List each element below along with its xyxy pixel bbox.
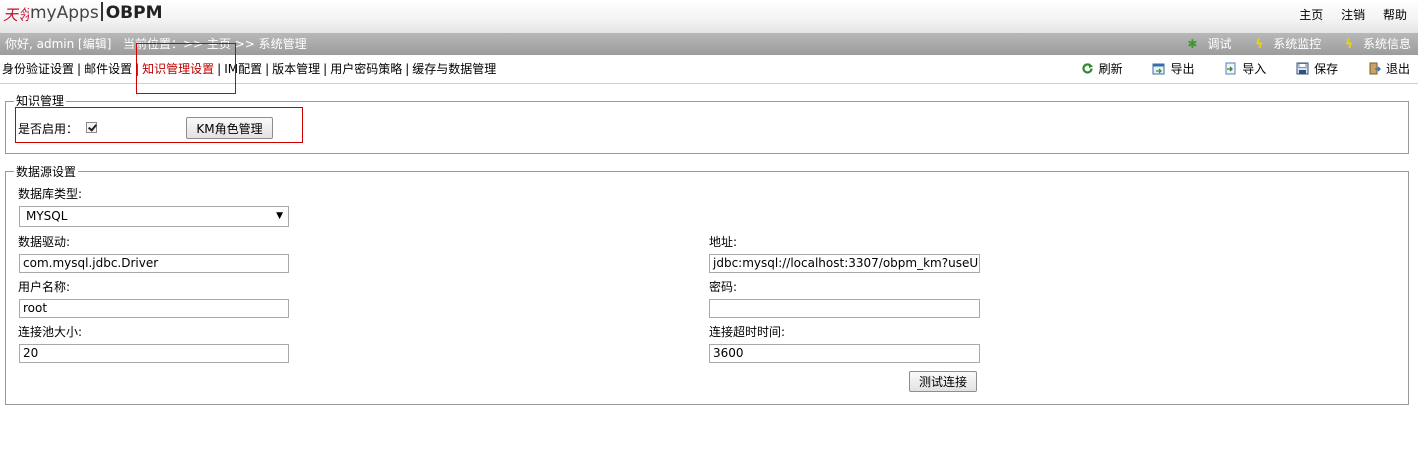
- user-label: 用户名称:: [18, 280, 71, 294]
- breadcrumb: 当前位置：>> 主页 >> 系统管理: [123, 37, 307, 51]
- datasource-legend: 数据源设置: [14, 165, 79, 179]
- exit-icon: [1369, 62, 1381, 75]
- lightning-icon: ϟ: [1345, 37, 1353, 51]
- bug-icon: ✱: [1187, 37, 1198, 51]
- km-legend: 知识管理: [14, 94, 67, 108]
- timeout-label: 连接超时时间:: [709, 325, 786, 339]
- tab-auth[interactable]: 身份验证设置: [2, 62, 74, 76]
- km-role-button[interactable]: KM角色管理: [186, 117, 273, 139]
- tab-cache[interactable]: 缓存与数据管理: [412, 62, 496, 76]
- tab-km[interactable]: 知识管理设置: [142, 62, 214, 76]
- refresh-label: 刷新: [1098, 62, 1123, 76]
- db-type-select[interactable]: MYSQL ▼: [19, 206, 289, 227]
- settings-nav: 身份验证设置 | 邮件设置 | 知识管理设置 | IM配置 | 版本管理 | 用户密码策略 | 缓存与数…: [0, 55, 1418, 84]
- dropdown-arrow-icon: ▼: [276, 211, 283, 221]
- debug-link[interactable]: ✱ 调试: [1177, 37, 1231, 51]
- password-input[interactable]: [709, 299, 980, 318]
- brand-obpm: OBPM: [105, 3, 163, 23]
- pool-size-label: 连接池大小:: [18, 325, 83, 339]
- password-label: 密码:: [709, 280, 738, 294]
- tab-divider: |: [135, 62, 140, 76]
- brand-name: myApps OBPM: [30, 2, 163, 23]
- sysinfo-label: 系统信息: [1362, 37, 1411, 51]
- tab-divider: |: [217, 62, 222, 76]
- import-button[interactable]: 导入: [1224, 55, 1266, 83]
- debug-label: 调试: [1207, 37, 1232, 51]
- status-actions: ✱ 调试 ϟ 系统监控 ϟ 系统信息: [1167, 33, 1411, 55]
- url-input[interactable]: jdbc:mysql://localhost:3307/obpm_km?useU…: [709, 254, 980, 273]
- status-bar: 你好, admin [编辑] 当前位置：>> 主页 >> 系统管理 ✱ 调试 ϟ系…: [0, 33, 1418, 55]
- import-icon: [1225, 62, 1236, 75]
- tab-version[interactable]: 版本管理: [272, 62, 320, 76]
- refresh-button[interactable]: 刷新: [1081, 55, 1123, 83]
- save-button[interactable]: 保存: [1296, 55, 1338, 83]
- tab-mail[interactable]: 邮件设置: [84, 62, 132, 76]
- save-label: 保存: [1314, 62, 1339, 76]
- logo-icon: 天翎: [3, 6, 29, 24]
- url-label: 地址:: [709, 235, 738, 249]
- export-icon: [1152, 63, 1165, 75]
- brand-myapps: myApps: [30, 3, 99, 23]
- tab-im[interactable]: IM配置: [224, 62, 262, 76]
- user-input[interactable]: root: [19, 299, 289, 318]
- monitor-label: 系统监控: [1273, 37, 1322, 51]
- tab-divider: |: [77, 62, 82, 76]
- save-icon: [1296, 62, 1309, 75]
- toolbar: 刷新 导出 导入 保存 退出: [1055, 55, 1410, 83]
- tab-divider: |: [405, 62, 410, 76]
- monitor-link[interactable]: ϟ 系统监控: [1245, 37, 1321, 51]
- db-type-value: MYSQL: [26, 209, 68, 223]
- driver-input[interactable]: com.mysql.jdbc.Driver: [19, 254, 289, 273]
- import-label: 导入: [1242, 62, 1267, 76]
- settings-tabs: 身份验证设置 | 邮件设置 | 知识管理设置 | IM配置 | 版本管理 | 用户密码策略 | 缓存与数…: [2, 55, 496, 83]
- export-button[interactable]: 导出: [1152, 55, 1194, 83]
- km-enable-checkbox[interactable]: [86, 122, 97, 133]
- timeout-input[interactable]: 3600: [709, 344, 980, 363]
- sysinfo-link[interactable]: ϟ 系统信息: [1335, 37, 1411, 51]
- test-connection-button[interactable]: 测试连接: [909, 371, 977, 392]
- pool-size-input[interactable]: 20: [19, 344, 289, 363]
- tab-password-policy[interactable]: 用户密码策略: [330, 62, 402, 76]
- lightning-icon: ϟ: [1255, 37, 1264, 51]
- refresh-icon: [1082, 63, 1093, 74]
- brand-separator: [100, 2, 103, 21]
- db-type-label: 数据库类型:: [18, 187, 83, 201]
- home-link[interactable]: 主页: [1299, 8, 1323, 22]
- top-links: 主页 注销 帮助: [1296, 6, 1418, 23]
- exit-button[interactable]: 退出: [1368, 55, 1410, 83]
- logout-link[interactable]: 注销: [1341, 8, 1365, 22]
- driver-label: 数据驱动:: [18, 235, 71, 249]
- app-header: 天翎 myApps OBPM 主页 注销 帮助: [0, 0, 1418, 33]
- logo-glyph: 天翎: [3, 6, 29, 24]
- user-greeting[interactable]: 你好, admin [编辑]: [5, 33, 111, 55]
- km-enable-label: 是否启用：: [18, 122, 79, 136]
- tab-divider: |: [323, 62, 328, 76]
- export-label: 导出: [1170, 62, 1195, 76]
- exit-label: 退出: [1385, 62, 1410, 76]
- help-link[interactable]: 帮助: [1383, 8, 1407, 22]
- tab-divider: |: [265, 62, 270, 76]
